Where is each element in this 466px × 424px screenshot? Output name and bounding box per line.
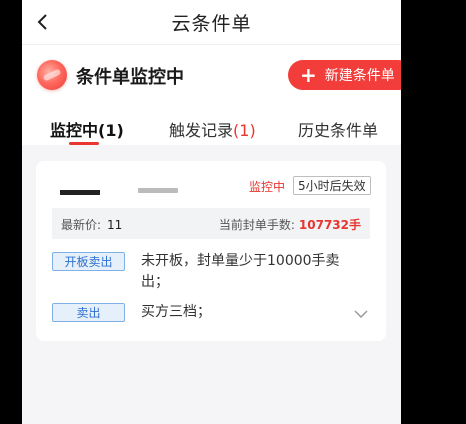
expire-badge: 5小时后失效	[293, 176, 371, 195]
stock-name-redacted	[60, 190, 100, 195]
seal-volume-label: 当前封单手数:	[218, 218, 295, 232]
tab-trigger-records-label: 触发记录	[169, 121, 234, 140]
condition-tag-open-sell: 开板卖出	[52, 252, 125, 271]
latest-price: 最新价: 11	[61, 216, 122, 233]
tab-history[interactable]: 历史条件单	[298, 117, 378, 141]
tab-history-label: 历史条件单	[298, 121, 379, 140]
status-badge: 监控中	[249, 180, 286, 194]
monitor-title: 条件单监控中	[76, 67, 184, 88]
price-info-row: 最新价: 11 当前封单手数: 107732手	[52, 208, 370, 239]
cloud-order-logo-icon	[37, 60, 67, 90]
active-tab-indicator	[69, 142, 99, 145]
latest-price-label: 最新价:	[61, 218, 102, 232]
monitor-header: 条件单监控中 + 新建条件单 监控中(1) 触发记录(1) 历史条件单	[22, 45, 401, 145]
condition-order-card[interactable]: 监控中 5小时后失效 最新价: 11 当前封单手数: 107732手 开板卖出 未开…	[36, 161, 386, 341]
app-screen: 云条件单 条件单监控中 + 新建条件单 监控中(1) 触发记录(1) 历史条件单…	[22, 0, 401, 424]
condition-tag-sell: 卖出	[52, 303, 125, 322]
new-condition-order-button[interactable]: + 新建条件单	[288, 60, 401, 90]
tab-trigger-records-count: (1)	[233, 121, 256, 140]
stock-code-redacted	[138, 188, 178, 193]
top-nav-bar: 云条件单	[22, 0, 401, 45]
tab-trigger-records[interactable]: 触发记录(1)	[169, 117, 256, 141]
tab-monitoring[interactable]: 监控中(1)	[50, 117, 124, 141]
chevron-down-icon[interactable]	[354, 309, 368, 319]
page-title: 云条件单	[171, 13, 252, 35]
new-condition-order-label: 新建条件单	[324, 68, 395, 84]
plus-icon: +	[300, 63, 317, 87]
latest-price-value: 11	[107, 218, 123, 232]
tab-monitoring-label: 监控中	[50, 121, 99, 140]
condition-text-sell: 买方三档；	[141, 304, 211, 320]
seal-volume-value: 107732手	[298, 218, 361, 232]
seal-volume: 当前封单手数: 107732手	[219, 216, 361, 233]
condition-text-open-sell: 未开板，封单量少于10000手卖出；	[141, 253, 340, 290]
screen-edge	[401, 0, 466, 424]
tab-monitoring-count: (1)	[98, 121, 124, 140]
